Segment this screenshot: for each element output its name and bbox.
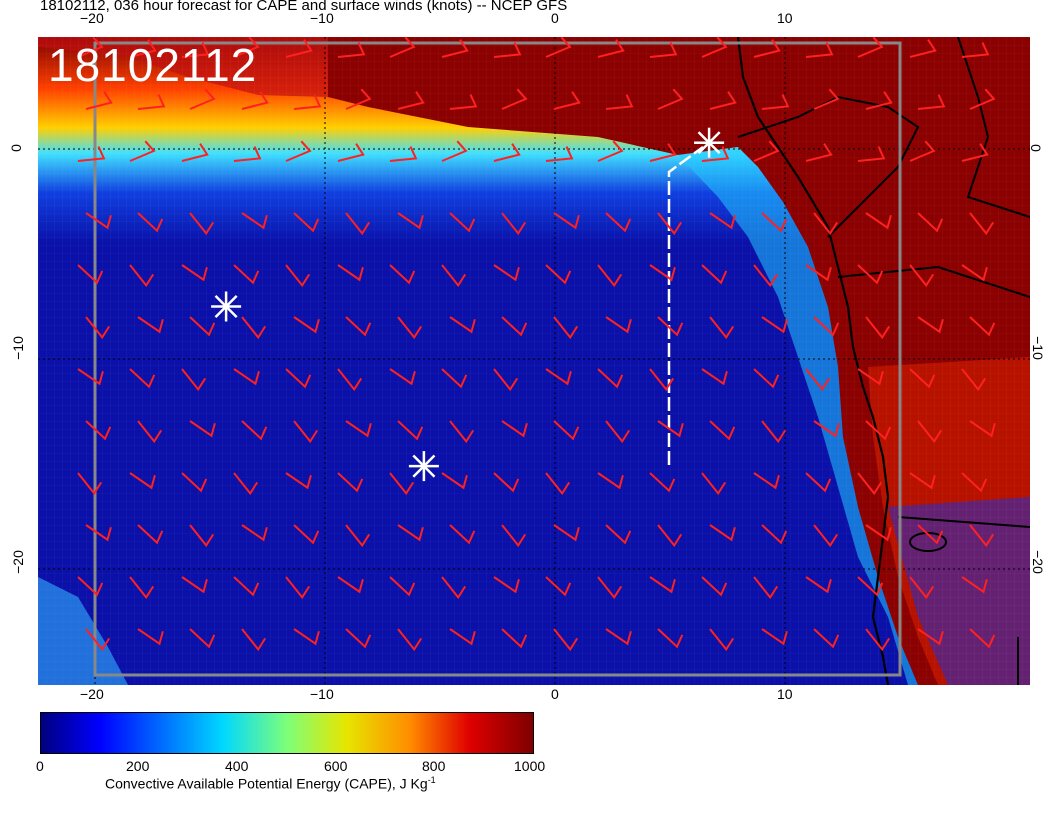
colorbar-tick: 1000 xyxy=(514,758,546,774)
x-tick-top: 10 xyxy=(777,10,793,26)
y-tick-right: −10 xyxy=(1029,336,1046,360)
y-tick-right: 0 xyxy=(1027,144,1044,152)
x-tick-bottom: 10 xyxy=(777,686,793,702)
star-marker xyxy=(408,451,439,482)
x-tick-bottom: 0 xyxy=(551,686,559,702)
y-tick-left: −10 xyxy=(9,336,26,360)
fine-grid xyxy=(38,37,1030,685)
colorbar-tick: 600 xyxy=(324,758,348,774)
y-tick-right: −20 xyxy=(1029,550,1046,574)
colorbar-tick: 200 xyxy=(126,758,150,774)
cape-map xyxy=(38,37,1030,685)
x-tick-top: 0 xyxy=(551,10,559,26)
x-tick-top: −10 xyxy=(310,10,334,26)
y-tick-left: 0 xyxy=(7,144,24,152)
cape-colorbar xyxy=(40,712,534,754)
star-marker xyxy=(211,291,242,322)
star-marker xyxy=(694,127,725,158)
colorbar-tick: 0 xyxy=(36,758,44,774)
x-tick-bottom: −20 xyxy=(80,686,104,702)
map-title: 18102112, 036 hour forecast for CAPE and… xyxy=(40,0,568,14)
map-stamp: 18102112 xyxy=(48,39,258,91)
colorbar-caption: Convective Available Potential Energy (C… xyxy=(105,775,436,792)
x-tick-top: −20 xyxy=(80,10,104,26)
map-panel xyxy=(38,37,1030,685)
x-tick-bottom: −10 xyxy=(310,686,334,702)
colorbar-tick: 800 xyxy=(422,758,446,774)
colorbar-tick: 400 xyxy=(225,758,249,774)
y-tick-left: −20 xyxy=(9,550,26,574)
